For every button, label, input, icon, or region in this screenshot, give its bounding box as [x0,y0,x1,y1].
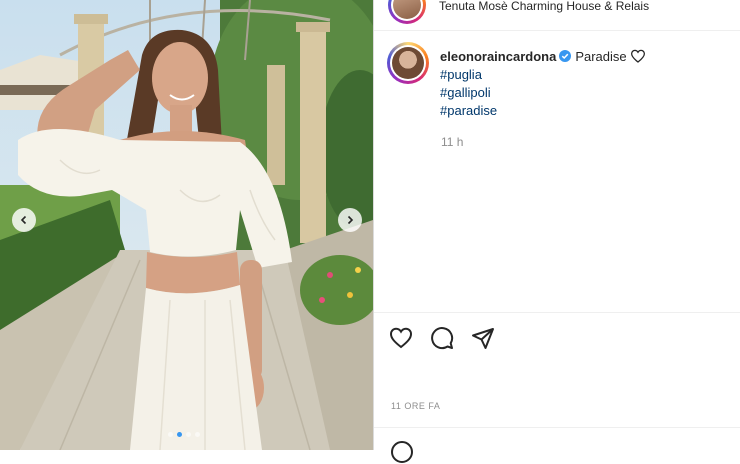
carousel-dot [195,432,200,437]
post-photo[interactable] [0,0,373,450]
hashtag-link[interactable]: #puglia [440,66,646,84]
caption-text: Paradise [575,49,627,64]
action-bar [389,326,495,350]
post-header: Tenuta Mosè Charming House & Relais [374,0,740,31]
verified-badge-icon [559,50,572,62]
hashtag-link[interactable]: #gallipoli [440,84,646,102]
post-side-panel: Tenuta Mosè Charming House & Relais eleo… [373,0,740,463]
divider [374,427,740,428]
carousel-indicator [168,432,200,437]
post-caption: eleonoraincardona Paradise #puglia #galli… [440,48,646,120]
carousel-prev-button[interactable] [12,208,36,232]
carousel-next-button[interactable] [338,208,362,232]
header-avatar[interactable] [388,0,426,24]
heart-icon[interactable] [389,326,413,350]
post-age[interactable]: 11 ORE FA [391,401,440,411]
heart-outline-icon [630,49,645,63]
location-link[interactable]: Tenuta Mosè Charming House & Relais [439,0,649,13]
caption-timestamp[interactable]: 11 h [441,135,463,149]
comment-icon[interactable] [430,326,454,350]
divider [374,312,740,313]
emoji-icon[interactable] [390,440,414,464]
photo-scene [0,0,373,450]
carousel-dot [186,432,191,437]
hashtag-link[interactable]: #paradise [440,102,646,120]
caption-avatar[interactable] [387,42,429,84]
paper-plane-icon[interactable] [471,326,495,350]
chevron-left-icon [20,215,27,225]
carousel-dot-active [177,432,182,437]
chevron-right-icon [347,215,354,225]
username-link[interactable]: eleonoraincardona [440,49,556,64]
carousel-dot [168,432,173,437]
